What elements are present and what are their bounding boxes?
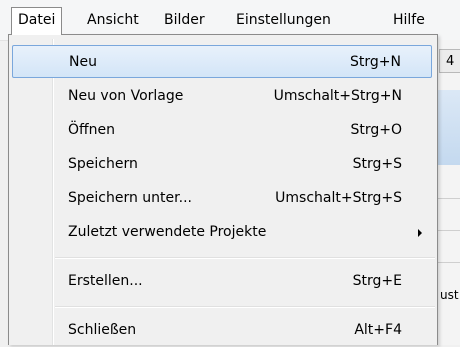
menu-separator xyxy=(55,257,435,259)
menu-item-zuletzt-verwendete-projekte[interactable]: Zuletzt verwendete Projekte xyxy=(12,216,432,249)
background-tab[interactable]: 4 xyxy=(439,49,460,73)
menu-item-neu-von-vorlage[interactable]: Neu von Vorlage Umschalt+Strg+N xyxy=(12,80,432,113)
menu-item-label: Speichern xyxy=(68,156,138,172)
menu-item-label: Neu von Vorlage xyxy=(68,88,184,104)
menu-item-label: Neu xyxy=(69,54,97,70)
menu-item-speichern[interactable]: Speichern Strg+S xyxy=(12,148,432,181)
background-partial-text: ust xyxy=(440,288,459,302)
menu-item-shortcut: Strg+N xyxy=(350,54,401,70)
menu-item-label: Erstellen... xyxy=(68,273,143,289)
menu-item-shortcut: Strg+E xyxy=(352,273,402,289)
menubar-item-datei[interactable]: Datei xyxy=(11,7,63,35)
menu-item-label: Zuletzt verwendete Projekte xyxy=(68,224,267,240)
menubar-item-einstellungen[interactable]: Einstellungen xyxy=(229,7,338,33)
menu-item-shortcut: Umschalt+Strg+N xyxy=(273,88,402,104)
menu-item-schliessen[interactable]: Schließen Alt+F4 xyxy=(12,314,432,347)
menu-separator xyxy=(55,306,435,308)
menu-item-label: Schließen xyxy=(68,322,137,338)
menu-item-label: Speichern unter... xyxy=(68,190,192,206)
menu-item-shortcut: Strg+O xyxy=(350,122,402,138)
menu-item-speichern-unter[interactable]: Speichern unter... Umschalt+Strg+S xyxy=(12,182,432,215)
menubar-item-ansicht[interactable]: Ansicht xyxy=(80,7,146,33)
menu-item-shortcut: Strg+S xyxy=(352,156,402,172)
chevron-right-icon xyxy=(418,229,422,237)
menu-item-label: Öffnen xyxy=(68,122,116,138)
menu-item-shortcut: Umschalt+Strg+S xyxy=(275,190,402,206)
background-divider xyxy=(437,198,460,199)
menubar-item-bilder[interactable]: Bilder xyxy=(157,7,212,33)
menu-item-oeffnen[interactable]: Öffnen Strg+O xyxy=(12,114,432,147)
menu-item-neu[interactable]: Neu Strg+N xyxy=(12,45,432,78)
background-divider xyxy=(437,262,460,263)
menubar-item-hilfe[interactable]: Hilfe xyxy=(386,7,432,33)
menu-item-erstellen[interactable]: Erstellen... Strg+E xyxy=(12,265,432,298)
background-divider xyxy=(437,230,460,231)
menu-item-shortcut: Alt+F4 xyxy=(354,322,402,338)
background-preview xyxy=(437,90,460,165)
file-menu-dropdown: Neu Strg+N Neu von Vorlage Umschalt+Strg… xyxy=(8,34,438,345)
